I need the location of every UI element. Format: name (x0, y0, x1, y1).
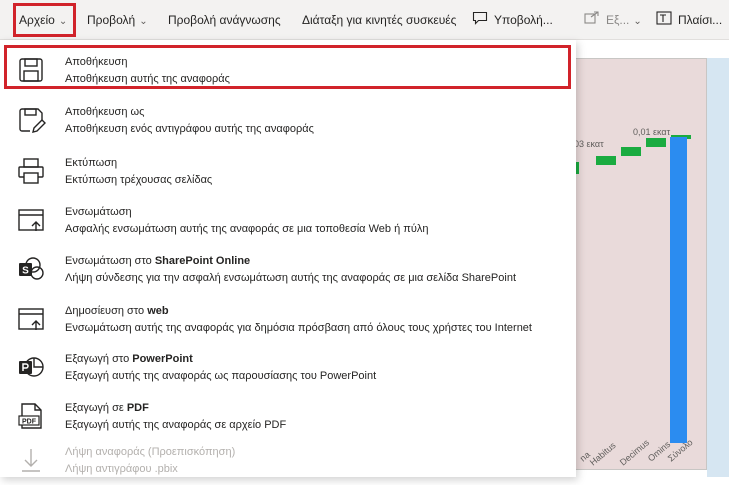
menu-item-title: Ενσωμάτωση στο SharePoint Online (65, 255, 251, 267)
file-menu-dropdown: Αποθήκευση Αποθήκευση αυτής της αναφοράς… (0, 40, 576, 477)
menu-item-description: Εκτύπωση τρέχουσας σελίδας (65, 174, 213, 186)
menu-view[interactable]: Προβολή ⌄ (87, 0, 148, 40)
chevron-down-icon: ⌄ (139, 16, 148, 27)
menu-item-title: Εξαγωγή σε PDF (65, 402, 149, 414)
menu-submit[interactable]: Υποβολή... (472, 0, 553, 40)
save-icon (16, 55, 46, 85)
menu-item-description: Ασφαλής ενσωμάτωση αυτής της αναφοράς σε… (65, 223, 429, 235)
report-canvas-margin (707, 58, 729, 477)
menu-reading-view[interactable]: Προβολή ανάγνωσης (168, 0, 281, 40)
menu-item-description: Αποθήκευση αυτής της αναφοράς (65, 73, 230, 85)
textbox-icon (656, 1, 672, 41)
menu-export-label: Εξ... (606, 13, 630, 27)
powerpoint-icon (16, 352, 46, 382)
waterfall-bar (646, 138, 666, 147)
menu-item-title: Αποθήκευση (65, 56, 128, 68)
menu-item-embed-sharepoint[interactable]: S Ενσωμάτωση στο SharePoint Online Λήψη … (0, 246, 576, 294)
menu-export[interactable]: Εξ... ⌄ (584, 0, 642, 40)
menu-textbox-label: Πλαίσι... (678, 13, 723, 27)
menu-mobile-layout-label: Διάταξη για κινητές συσκευές (302, 13, 457, 27)
menu-submit-label: Υποβολή... (494, 13, 553, 27)
menu-item-title: Εκτύπωση (65, 157, 118, 169)
menu-item-print[interactable]: Εκτύπωση Εκτύπωση τρέχουσας σελίδας (0, 148, 576, 196)
menu-item-export-pdf[interactable]: PDF Εξαγωγή σε PDF Εξαγωγή αυτής της ανα… (0, 393, 576, 441)
menu-item-description: Λήψη σύνδεσης για την ασφαλή ενσωμάτωση … (65, 272, 516, 284)
menu-item-title: Αποθήκευση ως (65, 106, 145, 118)
svg-text:S: S (22, 266, 29, 277)
print-icon (16, 156, 46, 186)
menu-item-download-report: Λήψη αναφοράς (Προεπισκόπηση) Λήψη αντιγ… (0, 437, 576, 485)
sharepoint-icon: S (16, 254, 46, 284)
pdf-icon: PDF (16, 401, 46, 431)
chevron-down-icon: ⌄ (633, 16, 642, 27)
menu-reading-view-label: Προβολή ανάγνωσης (168, 13, 281, 27)
menu-item-description: Λήψη αντιγράφου .pbix (65, 463, 178, 475)
data-label: 03 εκατ (574, 139, 604, 149)
waterfall-bar (596, 156, 616, 165)
waterfall-chart: 03 εκατ 0,01 εκατ na Habitus Decimus Omi… (573, 127, 695, 468)
menu-item-description: Αποθήκευση ενός αντιγράφου αυτής της ανα… (65, 123, 314, 135)
export-icon (584, 1, 600, 41)
menu-item-title: Δημοσίευση στο web (65, 305, 169, 317)
comment-icon (472, 1, 488, 41)
waterfall-bar (621, 147, 641, 156)
data-label: 0,01 εκατ (633, 127, 671, 137)
menu-file[interactable]: Αρχείο ⌄ (19, 0, 67, 40)
menu-item-description: Εξαγωγή αυτής της αναφοράς σε αρχείο PDF (65, 419, 287, 431)
menu-item-save-as[interactable]: Αποθήκευση ως Αποθήκευση ενός αντιγράφου… (0, 97, 576, 145)
chevron-down-icon: ⌄ (58, 16, 68, 27)
axis-label: Habitus (588, 440, 618, 468)
menu-item-embed[interactable]: Ενσωμάτωση Ασφαλής ενσωμάτωση αυτής της … (0, 197, 576, 245)
menu-item-description: Ενσωμάτωση αυτής της αναφοράς για δημόσι… (65, 322, 532, 334)
menu-item-title: Ενσωμάτωση (65, 206, 132, 218)
download-icon (16, 445, 46, 475)
menu-item-save[interactable]: Αποθήκευση Αποθήκευση αυτής της αναφοράς (0, 47, 576, 95)
publish-web-icon (16, 304, 46, 334)
save-as-icon (16, 105, 46, 135)
menu-file-label: Αρχείο (19, 13, 55, 27)
menu-item-publish-web[interactable]: Δημοσίευση στο web Ενσωμάτωση αυτής της … (0, 296, 576, 344)
svg-text:PDF: PDF (22, 419, 37, 426)
waterfall-total-bar (670, 137, 687, 443)
menu-item-title: Λήψη αναφοράς (Προεπισκόπηση) (65, 446, 236, 458)
menu-view-label: Προβολή (87, 13, 136, 27)
menu-textbox[interactable]: Πλαίσι... (656, 0, 722, 40)
menu-item-title: Εξαγωγή στο PowerPoint (65, 353, 193, 365)
menu-bar: Αρχείο ⌄ Προβολή ⌄ Προβολή ανάγνωσης Διάτα… (0, 0, 729, 40)
menu-mobile-layout[interactable]: Διάταξη για κινητές συσκευές (302, 0, 456, 40)
embed-icon (16, 205, 46, 235)
menu-item-export-powerpoint[interactable]: Εξαγωγή στο PowerPoint Εξαγωγή αυτής της… (0, 344, 576, 392)
menu-item-description: Εξαγωγή αυτής της αναφοράς ως παρουσίαση… (65, 370, 377, 382)
axis-label: Decimus (618, 437, 652, 467)
